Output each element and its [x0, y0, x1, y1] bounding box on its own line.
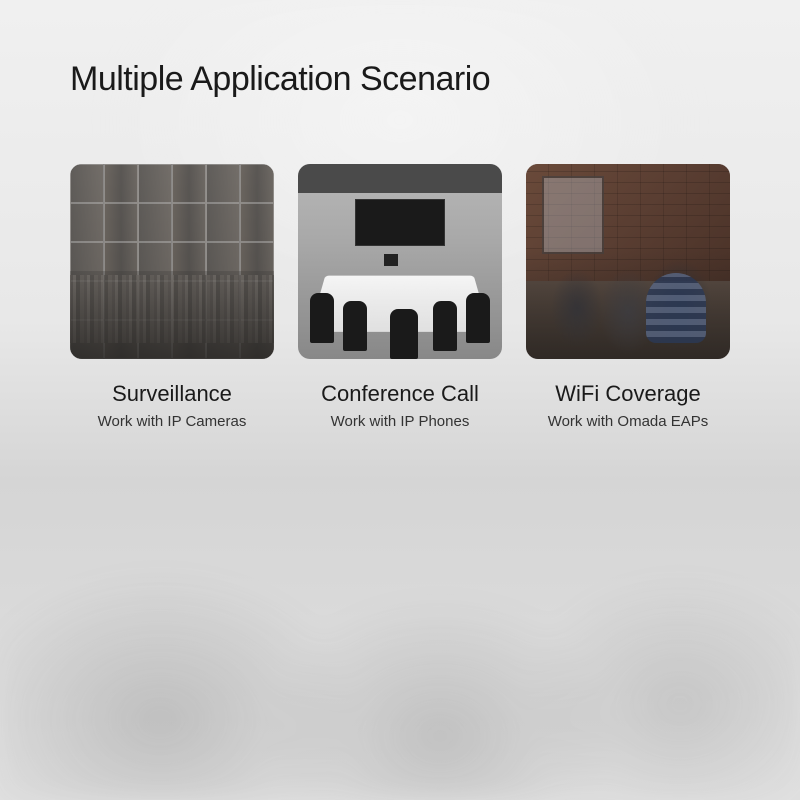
scenario-cards: Surveillance Work with IP Cameras Confer… — [70, 164, 730, 430]
card-subtitle: Work with IP Cameras — [98, 413, 247, 430]
conference-image — [298, 164, 502, 359]
card-wifi: WiFi Coverage Work with Omada EAPs — [526, 164, 730, 430]
card-label: Conference Call — [321, 381, 479, 407]
card-label: Surveillance — [112, 381, 232, 407]
card-subtitle: Work with IP Phones — [331, 413, 470, 430]
content-area: Multiple Application Scenario Surveillan… — [0, 0, 800, 490]
card-surveillance: Surveillance Work with IP Cameras — [70, 164, 274, 430]
page-title: Multiple Application Scenario — [70, 60, 730, 99]
wifi-image — [526, 164, 730, 359]
card-conference: Conference Call Work with IP Phones — [298, 164, 502, 430]
surveillance-image — [70, 164, 274, 359]
card-subtitle: Work with Omada EAPs — [548, 413, 709, 430]
card-label: WiFi Coverage — [555, 381, 700, 407]
